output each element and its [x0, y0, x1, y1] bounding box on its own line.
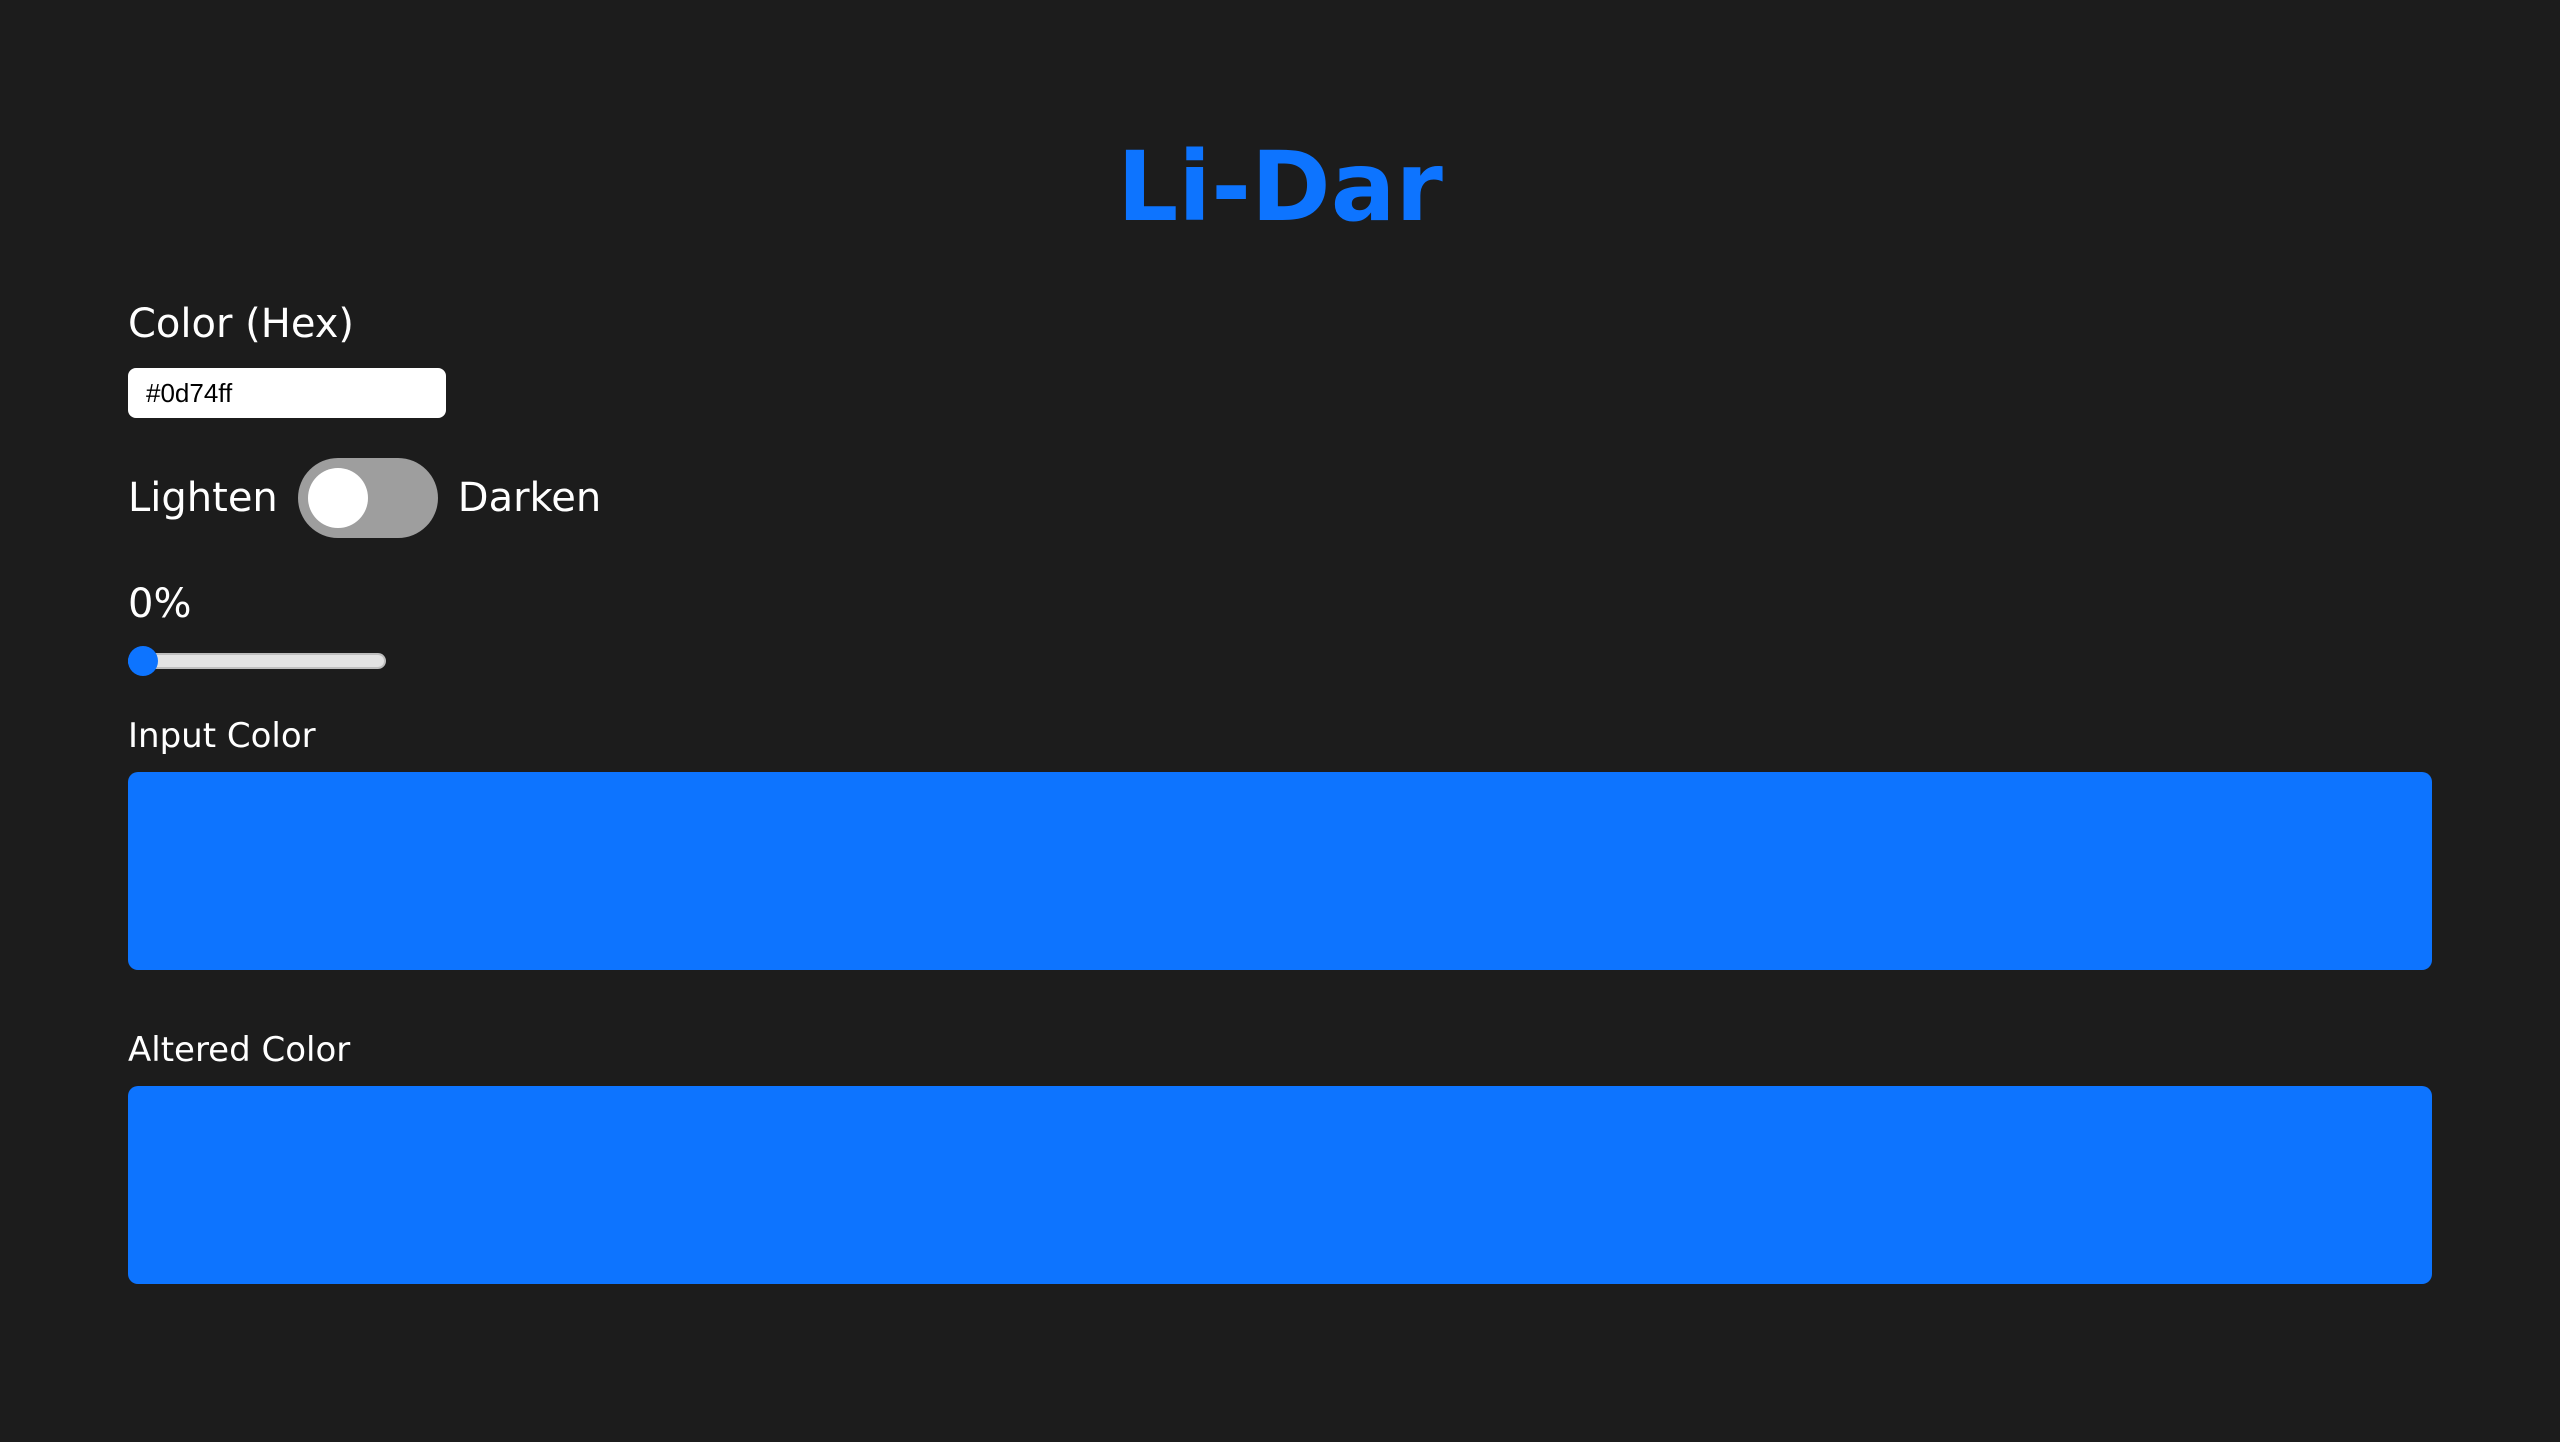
- lighten-darken-switch[interactable]: [297, 458, 438, 538]
- input-color-swatch: [128, 772, 2432, 970]
- switch-knob: [307, 468, 368, 528]
- hex-color-label: Color (Hex): [128, 301, 355, 347]
- altered-color-label: Altered Color: [128, 1030, 351, 1070]
- altered-color-swatch: [128, 1086, 2432, 1284]
- slider-thumb[interactable]: [128, 646, 158, 676]
- lighten-darken-toggle-row: Lighten Darken: [128, 458, 601, 538]
- app-title: Li-Dar: [1117, 131, 1443, 243]
- input-color-label: Input Color: [128, 716, 316, 756]
- amount-slider[interactable]: [128, 646, 386, 676]
- amount-percent-label: 0%: [128, 581, 192, 627]
- darken-label: Darken: [457, 475, 602, 521]
- app-page: Li-Dar Color (Hex) Lighten Darken 0% Inp…: [0, 0, 2560, 1442]
- slider-track[interactable]: [128, 653, 386, 669]
- lighten-label: Lighten: [128, 475, 278, 521]
- hex-color-input[interactable]: [128, 368, 446, 418]
